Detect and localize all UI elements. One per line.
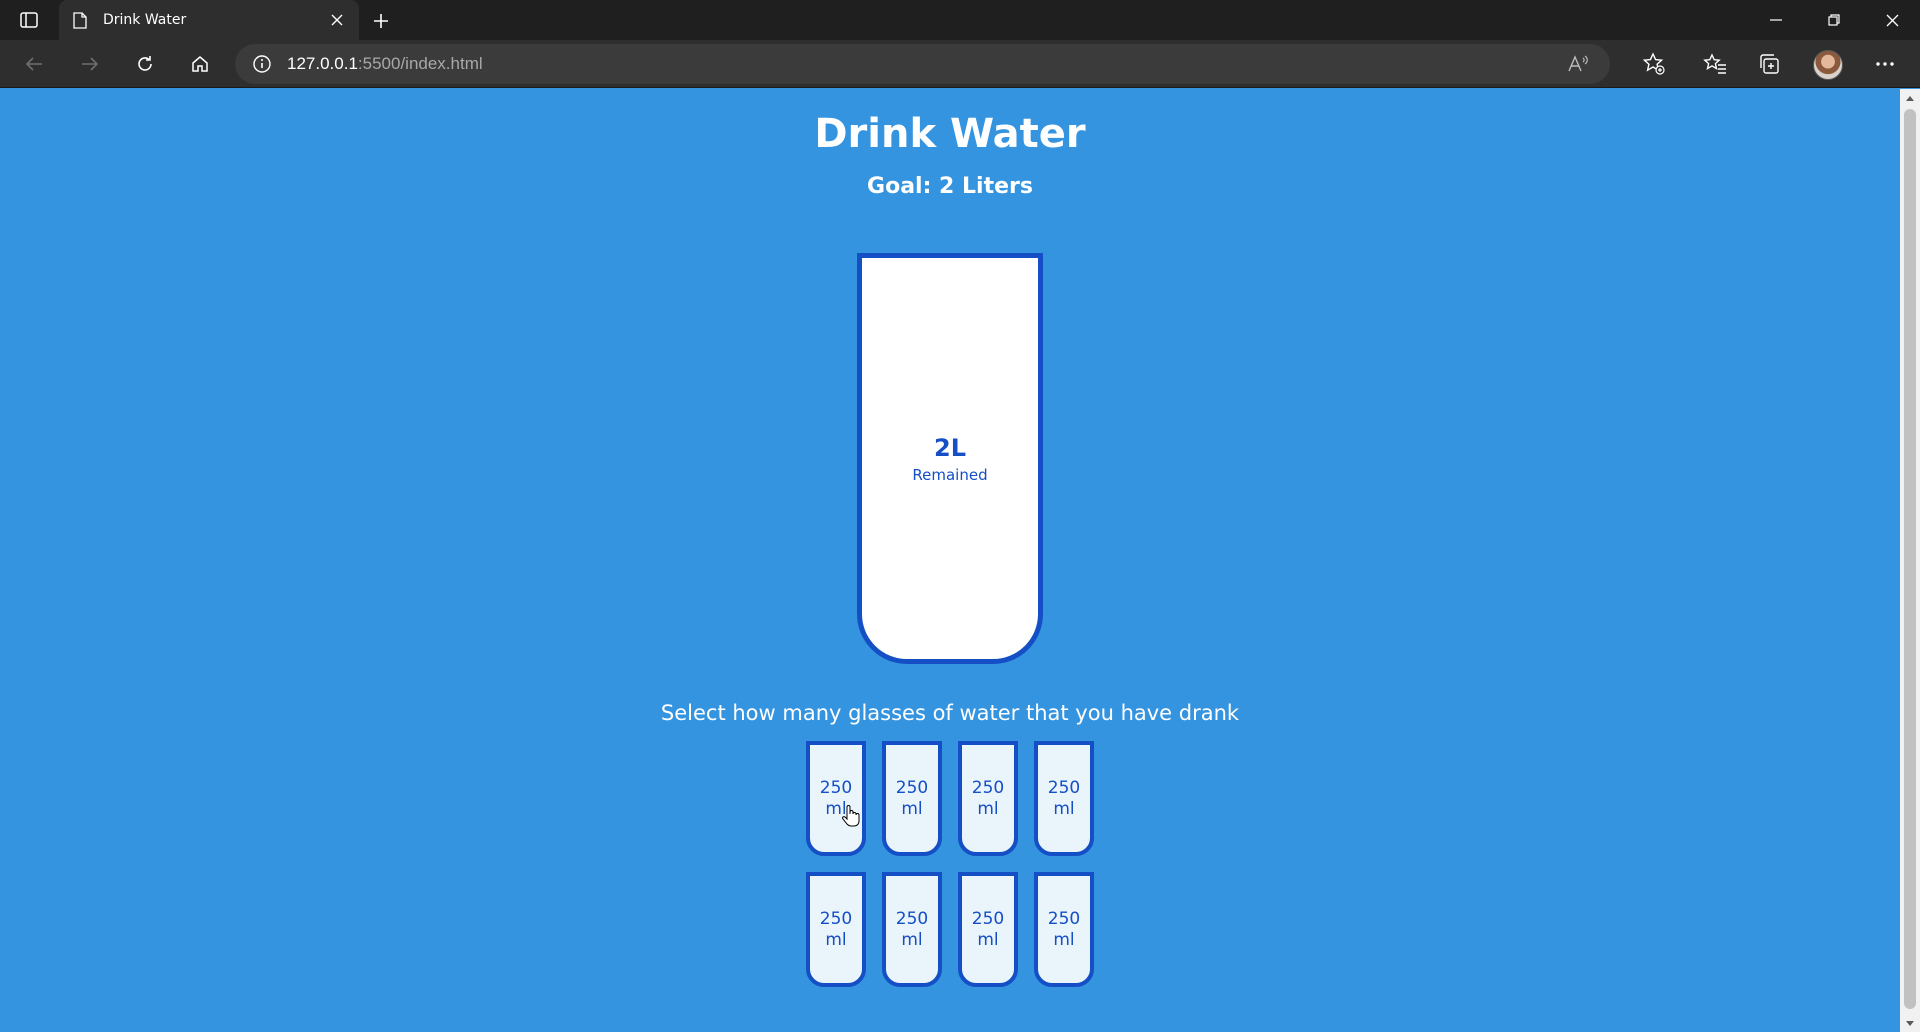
site-info-icon[interactable] xyxy=(251,53,273,75)
close-window-icon[interactable] xyxy=(1863,0,1920,40)
small-cup[interactable]: 250 ml xyxy=(958,872,1018,987)
add-favorite-icon[interactable] xyxy=(1640,50,1668,78)
back-icon[interactable] xyxy=(17,50,51,78)
scroll-thumb[interactable] xyxy=(1904,109,1916,1009)
home-icon[interactable] xyxy=(183,50,217,78)
browser-toolbar: 127.0.0.1:5500/index.html xyxy=(0,40,1920,88)
profile-avatar[interactable] xyxy=(1813,50,1843,80)
url-text: 127.0.0.1:5500/index.html xyxy=(287,54,483,74)
url-host: 127.0.0.1 xyxy=(287,54,358,73)
remained-amount: 2L xyxy=(934,433,966,462)
small-cup[interactable]: 250 ml xyxy=(1034,872,1094,987)
reload-icon[interactable] xyxy=(128,50,162,78)
page-content: Drink Water Goal: 2 Liters 2L Remained S… xyxy=(0,89,1900,1032)
small-cup[interactable]: 250 ml xyxy=(882,872,942,987)
small-cup[interactable]: 250 ml xyxy=(882,741,942,856)
scroll-down-arrow-icon[interactable] xyxy=(1900,1014,1920,1032)
close-tab-icon[interactable] xyxy=(327,10,347,30)
small-cup[interactable]: 250 ml xyxy=(806,872,866,987)
page-icon xyxy=(73,10,89,30)
browser-tab-bar: Drink Water xyxy=(0,0,1920,40)
goal-text: Goal: 2 Liters xyxy=(867,174,1033,199)
forward-icon[interactable] xyxy=(73,50,107,78)
small-cups-grid: 250 ml 250 ml 250 ml 250 ml 250 ml 250 m… xyxy=(806,741,1096,987)
page-title: Drink Water xyxy=(814,111,1086,157)
restore-icon[interactable] xyxy=(1805,0,1863,40)
read-aloud-icon[interactable] xyxy=(1566,53,1590,75)
favorites-icon[interactable] xyxy=(1700,50,1730,78)
tab-title: Drink Water xyxy=(103,12,187,28)
tab-actions-icon[interactable] xyxy=(14,8,44,32)
address-bar[interactable]: 127.0.0.1:5500/index.html xyxy=(235,44,1610,84)
minimize-icon[interactable] xyxy=(1747,0,1805,40)
new-tab-icon[interactable] xyxy=(368,8,394,34)
small-cup[interactable]: 250 ml xyxy=(958,741,1018,856)
more-options-icon[interactable] xyxy=(1868,50,1902,78)
collections-icon[interactable] xyxy=(1755,50,1785,78)
small-cup[interactable]: 250 ml xyxy=(1034,741,1094,856)
url-path: :5500/index.html xyxy=(357,54,483,73)
remained-label: Remained xyxy=(912,465,988,484)
browser-tab[interactable]: Drink Water xyxy=(59,0,359,40)
big-cup: 2L Remained xyxy=(857,253,1043,664)
scroll-up-arrow-icon[interactable] xyxy=(1900,89,1920,107)
instruction-text: Select how many glasses of water that yo… xyxy=(660,701,1240,725)
small-cup[interactable]: 250 ml xyxy=(806,741,866,856)
page-scrollbar[interactable] xyxy=(1900,89,1920,1032)
